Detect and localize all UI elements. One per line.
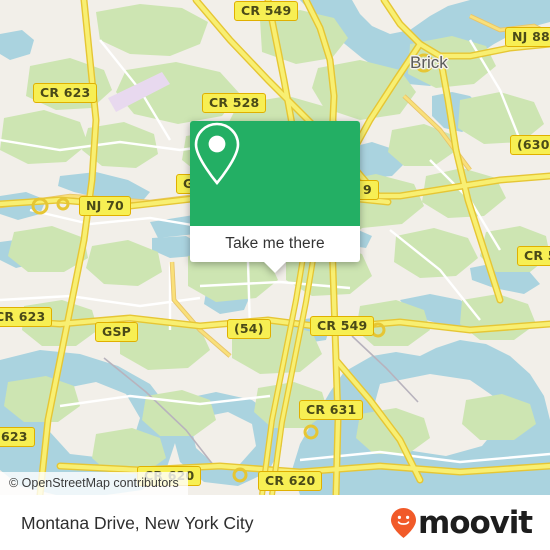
moovit-smiley-pin-icon [391, 508, 417, 538]
road-shield[interactable]: 623 [0, 427, 35, 447]
map-canvas[interactable]: CR 549 NJ 88 CR 623 CR 528 (630) GSP NJ … [0, 0, 550, 495]
take-me-there-label: Take me there [225, 235, 325, 252]
road-shield[interactable]: NJ 70 [79, 196, 131, 216]
callout-pointer-tail [264, 262, 286, 273]
road-shield[interactable]: GSP [95, 322, 139, 342]
destination-callout-card[interactable]: Take me there [190, 121, 360, 273]
road-shield[interactable]: CR 620 [258, 471, 323, 491]
bottom-info-bar: Montana Drive, New York City moovit [0, 495, 550, 550]
road-shield[interactable]: CR 52 [517, 246, 550, 266]
moovit-map-screen: CR 549 NJ 88 CR 623 CR 528 (630) GSP NJ … [0, 0, 550, 550]
moovit-wordmark: moovit [418, 504, 533, 541]
moovit-logo[interactable]: moovit [390, 504, 533, 541]
road-shield[interactable]: (54) [227, 319, 271, 339]
road-shield[interactable]: CR 528 [202, 93, 267, 113]
road-shield[interactable]: NJ 88 [505, 27, 550, 47]
location-pin-icon [194, 122, 240, 186]
road-shield[interactable]: CR 549 [234, 1, 299, 21]
road-shield[interactable]: CR 623 [0, 307, 53, 327]
road-shield[interactable]: CR 549 [310, 316, 375, 336]
take-me-there-button[interactable]: Take me there [190, 226, 360, 273]
road-shield[interactable]: (630) [510, 135, 550, 155]
place-name-label: Montana Drive, New York City [21, 512, 254, 533]
osm-attribution[interactable]: © OpenStreetMap contributors [0, 472, 188, 495]
callout-image-area [190, 121, 360, 226]
road-shield[interactable]: CR 631 [299, 400, 364, 420]
road-shield[interactable]: CR 623 [33, 83, 98, 103]
place-label-brick: Brick [410, 53, 448, 72]
